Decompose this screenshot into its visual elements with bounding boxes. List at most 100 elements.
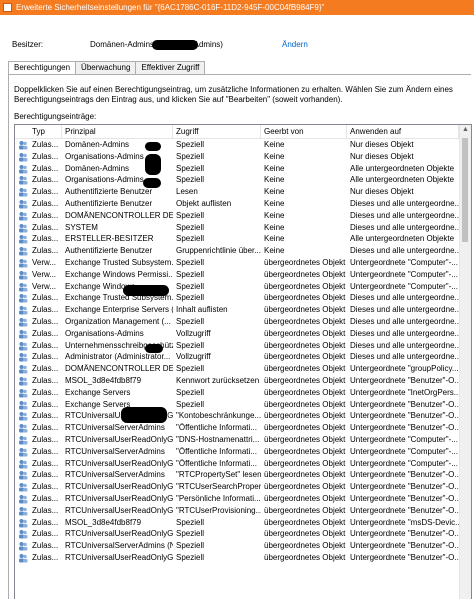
cell-typ: Verw...: [32, 258, 57, 267]
column-header-prinzipal[interactable]: Prinzipal: [62, 125, 173, 138]
user-group-icon: [19, 353, 28, 362]
table-row[interactable]: Zulas... DOMÄNENCONTROLLER DE... Speziell K…: [15, 210, 459, 222]
cell-zugriff: Vollzugriff: [176, 352, 211, 362]
cell-typ: Zulas...: [32, 399, 59, 409]
cell-geerbt-von: übergeordnetes Objekt: [264, 364, 346, 374]
table-row[interactable]: Zulas... SYSTEM Speziell Keine Dieses und al…: [15, 222, 459, 234]
cell-anwenden-auf: Nur dieses Objekt: [350, 140, 414, 149]
table-row[interactable]: Zulas... Authentifizierte Benutzer Gruppen…: [15, 245, 459, 257]
cell-anwenden-auf: Untergeordnete "Benutzer"-O...: [350, 553, 459, 562]
table-row[interactable]: Zulas... RTCUniversalUserReadOnlyGr... Spe…: [15, 552, 459, 564]
table-row[interactable]: Zulas... Domänen-Admins Speziell Keine Alle …: [15, 163, 459, 175]
table-row[interactable]: Zulas... Organization Management (... Spez…: [15, 316, 459, 328]
table-row[interactable]: Zulas... RTCUniversalUserReadOnlyGr... Spe…: [15, 528, 459, 540]
table-row[interactable]: Zulas... RTCUniversalServerAdmins "Öffentl…: [15, 446, 459, 458]
cell-zugriff: Speziell: [176, 258, 205, 267]
cell-geerbt-von: übergeordnetes Objekt: [264, 317, 346, 326]
table-row[interactable]: Zulas... Organisations-Admins Vollzugriff ü…: [15, 328, 459, 340]
table-row[interactable]: Zulas... RTCUniversalServerAdmins (N... Sp…: [15, 540, 459, 552]
cell-geerbt-von: Keine: [264, 187, 285, 197]
cell-zugriff: Speziell: [176, 269, 205, 279]
cell-anwenden-auf: Untergeordnete "Benutzer"-O...: [350, 470, 459, 480]
table-row[interactable]: Zulas... RTCUniversalUserReadOnlyGr... "RT…: [15, 505, 459, 517]
cell-prinzipal: Exchange Windows Permissi...: [65, 269, 173, 279]
cell-typ: Zulas...: [32, 210, 59, 220]
cell-prinzipal: DOMÄNENCONTROLLER DE...: [65, 364, 173, 374]
table-row[interactable]: Zulas... Exchange Servers Speziell übergeor…: [15, 387, 459, 399]
cell-anwenden-auf: Untergeordnete "Benutzer"-O...: [350, 399, 459, 409]
entries-label: Berechtigungseinträge:: [14, 112, 97, 121]
table-row[interactable]: Zulas... Administrator (Administrator... V…: [15, 351, 459, 363]
cell-anwenden-auf: Alle untergeordneten Objekte: [350, 175, 455, 185]
cell-prinzipal: Organization Management (...: [65, 317, 171, 326]
table-row[interactable]: Zulas... Organisations-Admins Speziell Kein…: [15, 151, 459, 163]
scroll-up-icon[interactable]: ▲: [462, 126, 469, 133]
table-row[interactable]: Zulas... MSOL_3d8e4fdb8f79 Kennwort zurück…: [15, 375, 459, 387]
table-row[interactable]: Zulas... RTCUniversalUserReadOnlyGr... "DN…: [15, 434, 459, 446]
tab-berechtigungen[interactable]: Berechtigungen: [8, 61, 77, 75]
tab-effektiver-zugriff[interactable]: Effektiver Zugriff: [135, 61, 206, 74]
table-row[interactable]: Verw... Exchange Windows Speziell übergeord…: [15, 281, 459, 293]
change-owner-link[interactable]: Ändern: [282, 40, 308, 49]
vertical-scrollbar[interactable]: ▲: [459, 125, 471, 599]
cell-geerbt-von: Keine: [264, 199, 285, 208]
cell-prinzipal: SYSTEM: [65, 222, 98, 232]
table-row[interactable]: Zulas...Unternehmensschreibgeschützte Do…: [15, 340, 459, 352]
table-row[interactable]: Zulas... RTCUniversalServerAdmins "RTCProp…: [15, 469, 459, 481]
cell-anwenden-auf: Nur dieses Objekt: [350, 187, 414, 197]
cell-anwenden-auf: Alle untergeordneten Objekte: [350, 163, 455, 173]
table-row[interactable]: Verw... Exchange Trusted Subsystem... Spez…: [15, 257, 459, 269]
user-group-icon: [19, 471, 28, 480]
table-row[interactable]: Zulas... RTCUniversalUserReadOnlyGr... "Ko…: [15, 410, 459, 422]
cell-zugriff: Speziell: [176, 529, 205, 539]
cell-anwenden-auf: Dieses und alle untergeordne...: [350, 317, 459, 326]
cell-typ: Zulas...: [32, 222, 59, 232]
scroll-thumb[interactable]: [462, 138, 468, 242]
user-group-icon: [19, 176, 28, 185]
cell-geerbt-von: Keine: [264, 140, 285, 149]
tab-ueberwachung[interactable]: Überwachung: [75, 61, 137, 74]
table-row[interactable]: Zulas... Authentifizierte Benutzer Objekt …: [15, 198, 459, 210]
cell-anwenden-auf: Dieses und alle untergeordne...: [350, 222, 459, 232]
cell-geerbt-von: übergeordnetes Objekt: [264, 482, 346, 492]
cell-typ: Zulas...: [32, 435, 59, 444]
principal-redaction: [145, 344, 163, 353]
table-row[interactable]: Verw... Exchange Windows Permissi... Spezi…: [15, 269, 459, 281]
cell-zugriff: Speziell: [176, 210, 205, 220]
user-group-icon: [19, 459, 28, 469]
table-row[interactable]: Zulas... DOMÄNENCONTROLLER DE... Speziell ü…: [15, 363, 459, 375]
table-row[interactable]: Zulas... Authentifizierte Benutzer Lesen Ke…: [15, 186, 459, 198]
cell-anwenden-auf: Untergeordnete "Computer"-...: [350, 435, 458, 444]
table-row[interactable]: Zulas... Exchange Enterprise Servers (...…: [15, 304, 459, 316]
table-row[interactable]: Zulas... Exchange Trusted Subsystem... Spe…: [15, 292, 459, 304]
list-header: Typ Prinzipal Zugriff Geerbt von Anwende…: [15, 125, 459, 139]
table-row[interactable]: Zulas... Exchange Servers Speziell übergeor…: [15, 399, 459, 411]
table-row[interactable]: Zulas... MSOL_3d8e4fdb8f79 Speziell übergeo…: [15, 517, 459, 529]
description-text: Doppelklicken Sie auf einen Berechtigung…: [14, 85, 453, 104]
cell-anwenden-auf: Untergeordnete "Benutzer"-O...: [350, 376, 459, 385]
table-row[interactable]: Zulas... RTCUniversalServerAdmins "Öffentl…: [15, 422, 459, 434]
cell-geerbt-von: übergeordnetes Objekt: [264, 435, 346, 444]
principal-redaction: [123, 285, 169, 296]
cell-geerbt-von: übergeordnetes Objekt: [264, 553, 346, 562]
table-row[interactable]: Zulas... ERSTELLER-BESITZER Speziell Keine A…: [15, 233, 459, 245]
column-header-anwenden-auf[interactable]: Anwenden auf: [347, 125, 459, 138]
user-group-icon: [19, 530, 28, 539]
cell-typ: Zulas...: [32, 328, 59, 338]
table-row[interactable]: Zulas... RTCUniversalUserReadOnlyGr... "Pe…: [15, 493, 459, 505]
column-header-zugriff[interactable]: Zugriff: [173, 125, 261, 138]
cell-prinzipal: RTCUniversalServerAdmins: [65, 446, 165, 456]
permission-list[interactable]: Typ Prinzipal Zugriff Geerbt von Anwende…: [14, 124, 472, 599]
owner-row: Besitzer: Domänen-Admins Domänen-Admins)…: [12, 38, 432, 52]
cell-zugriff: "RTCUserSearchProper...: [176, 482, 261, 492]
column-header-typ[interactable]: Typ: [29, 125, 62, 138]
user-group-icon: [19, 424, 28, 433]
column-header-geerbt-von[interactable]: Geerbt von: [261, 125, 347, 138]
table-row[interactable]: Zulas... RTCUniversalUserReadOnlyGr... "Öf…: [15, 458, 459, 470]
table-row[interactable]: Zulas... Domänen-Admins Speziell Keine Nur d…: [15, 139, 459, 151]
cell-prinzipal: Authentifizierte Benutzer: [65, 199, 153, 208]
user-group-icon: [19, 211, 28, 221]
table-row[interactable]: Zulas... Organisations-Admins Speziell Kein…: [15, 174, 459, 186]
table-row[interactable]: Zulas... RTCUniversalUserReadOnlyGr... "RT…: [15, 481, 459, 493]
cell-anwenden-auf: Untergeordnete "InetOrgPers...: [350, 387, 459, 397]
